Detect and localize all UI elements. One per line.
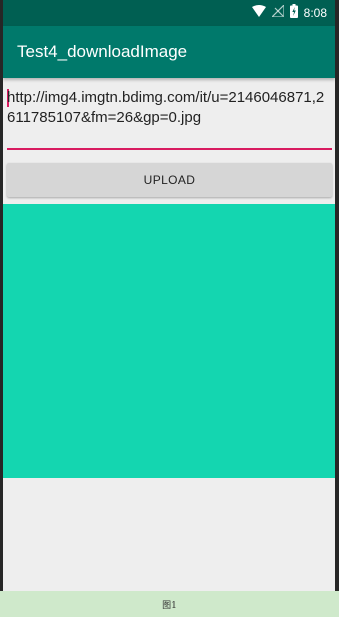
app-title: Test4_downloadImage xyxy=(17,42,188,61)
url-input-text: http://img4.imgtn.bdimg.com/it/u=2146046… xyxy=(7,89,325,126)
battery-charging-icon xyxy=(289,3,298,23)
app-bar: Test4_downloadImage xyxy=(3,26,335,78)
wifi-icon xyxy=(251,4,266,22)
status-time: 8:08 xyxy=(303,6,327,20)
phone-frame: 8:08 Test4_downloadImage http://img4.img… xyxy=(0,0,339,591)
status-bar: 8:08 xyxy=(3,0,335,26)
status-icons: 8:08 xyxy=(251,3,327,23)
figure-caption: 图1 xyxy=(162,601,177,611)
no-signal-icon xyxy=(270,3,285,22)
app-screen: 8:08 Test4_downloadImage http://img4.img… xyxy=(3,0,335,591)
url-input[interactable]: http://img4.imgtn.bdimg.com/it/u=2146046… xyxy=(7,88,332,150)
upload-button[interactable]: UPLOAD xyxy=(7,163,332,197)
image-view xyxy=(3,204,335,478)
